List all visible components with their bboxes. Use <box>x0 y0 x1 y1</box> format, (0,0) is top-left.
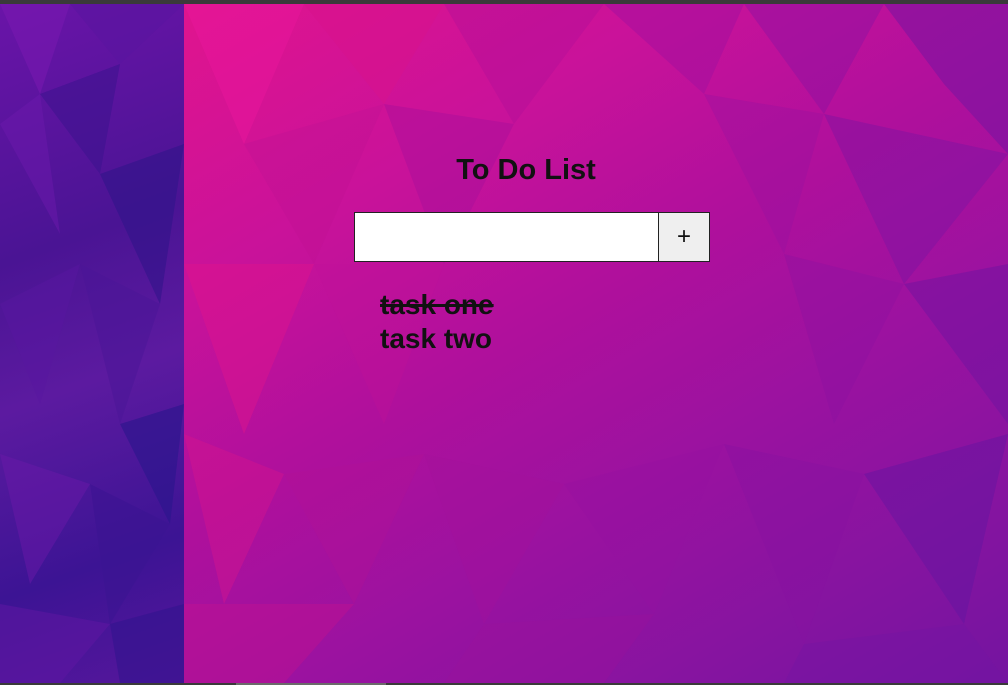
task-input[interactable] <box>354 212 659 262</box>
page-title: To Do List <box>456 154 596 186</box>
task-list: task one task two <box>380 288 494 356</box>
todo-app: To Do List + task one task two <box>184 4 1008 683</box>
add-task-button[interactable]: + <box>659 212 710 262</box>
left-polygon-pattern <box>0 4 184 683</box>
new-task-form: + <box>354 212 710 262</box>
task-item-one[interactable]: task one <box>380 288 494 322</box>
task-item-two[interactable]: task two <box>380 322 494 356</box>
window-top-bar <box>0 0 1008 4</box>
left-background-panel <box>0 4 184 683</box>
